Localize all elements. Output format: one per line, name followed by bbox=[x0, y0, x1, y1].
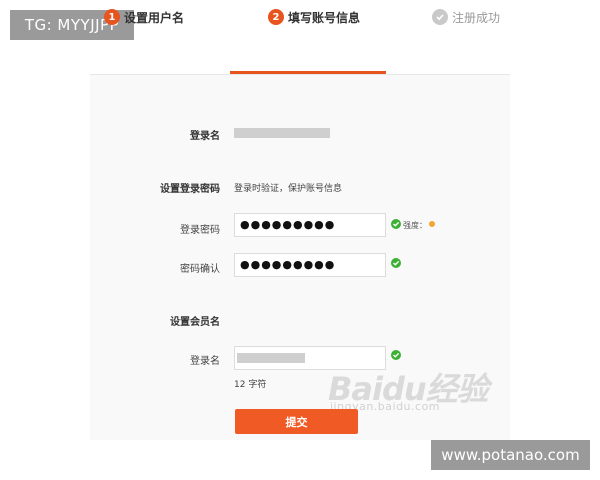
password-label: 登录密码 bbox=[180, 225, 220, 236]
check-circle-icon bbox=[432, 9, 448, 25]
check-circle-icon bbox=[391, 219, 401, 229]
check-circle-icon bbox=[391, 258, 401, 268]
active-step-indicator bbox=[230, 71, 386, 74]
step-label: 注册成功 bbox=[452, 10, 501, 25]
member-section-label: 设置会员名 bbox=[170, 317, 220, 328]
step-fill-account-info: 2 填写账号信息 bbox=[268, 0, 360, 34]
step-register-success: 注册成功 bbox=[432, 0, 500, 34]
member-name-label: 登录名 bbox=[190, 356, 220, 367]
login-name-value-redacted bbox=[234, 128, 330, 138]
registration-steps bbox=[90, 40, 510, 75]
step-label: 设置用户名 bbox=[124, 10, 185, 25]
password-section-label: 设置登录密码 bbox=[160, 184, 220, 195]
strength-dot-icon bbox=[429, 221, 435, 227]
confirm-password-label: 密码确认 bbox=[180, 264, 220, 275]
step-set-username: 1 设置用户名 bbox=[104, 0, 184, 34]
member-name-value-redacted bbox=[237, 353, 305, 363]
member-name-hint: 12 字符 bbox=[234, 380, 267, 390]
password-input[interactable]: ●●●●●●●●● bbox=[234, 213, 386, 237]
password-strength-label: 强度： bbox=[403, 221, 427, 230]
step-number-icon: 2 bbox=[268, 9, 284, 25]
step-label: 填写账号信息 bbox=[288, 10, 361, 25]
submit-button[interactable]: 提交 bbox=[235, 409, 358, 434]
password-section-hint: 登录时验证，保护账号信息 bbox=[234, 184, 343, 194]
confirm-password-input[interactable]: ●●●●●●●●● bbox=[234, 253, 386, 277]
site-watermark-badge: www.potanao.com bbox=[431, 440, 590, 470]
login-name-label: 登录名 bbox=[190, 131, 220, 142]
check-circle-icon bbox=[391, 350, 401, 360]
step-number-icon: 1 bbox=[104, 9, 120, 25]
